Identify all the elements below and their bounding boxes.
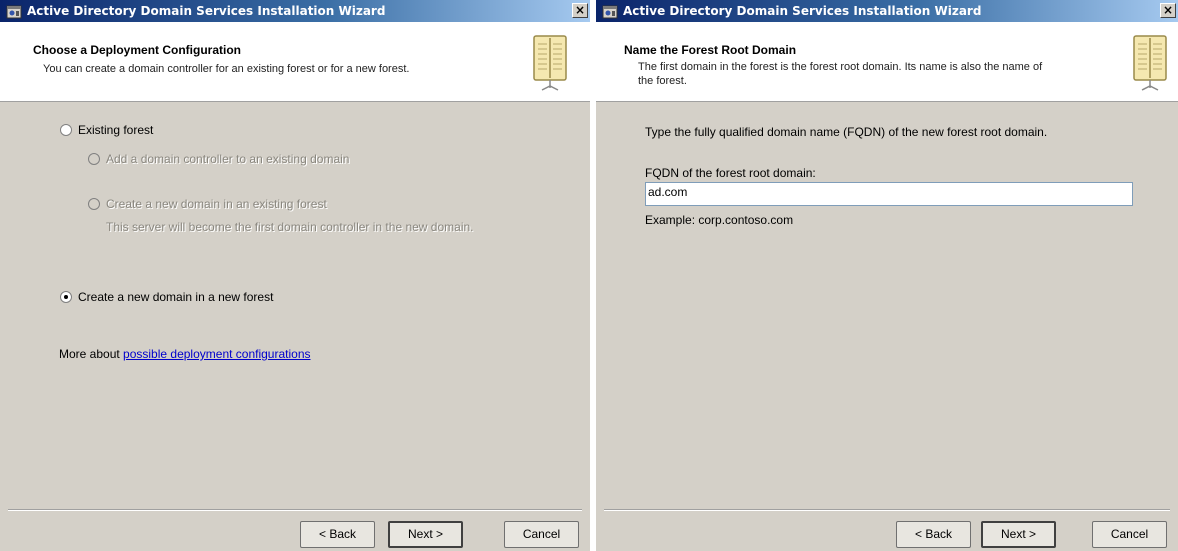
fqdn-input[interactable]: ad.com (645, 182, 1133, 206)
page-title: Choose a Deployment Configuration (33, 43, 242, 57)
new-domain-existing-forest-note: This server will become the first domain… (106, 220, 474, 234)
close-icon[interactable]: × (572, 3, 588, 18)
new-domain-existing-forest-label[interactable]: Create a new domain in an existing fores… (106, 197, 327, 211)
cancel-button[interactable]: Cancel (1092, 521, 1167, 548)
window-title: Active Directory Domain Services Install… (27, 4, 386, 18)
page-description-line1: The first domain in the forest is the fo… (638, 61, 1043, 73)
wizard-header: Choose a Deployment Configuration You ca… (0, 22, 590, 102)
app-icon (602, 5, 618, 19)
page-description: You can create a domain controller for a… (43, 63, 410, 75)
wizard-window-left: Active Directory Domain Services Install… (0, 0, 590, 551)
add-dc-existing-domain-radio[interactable] (88, 153, 100, 165)
app-icon (6, 5, 22, 19)
wizard-window-right: Active Directory Domain Services Install… (596, 0, 1178, 551)
page-title: Name the Forest Root Domain (624, 43, 797, 57)
instruction-text: Type the fully qualified domain name (FQ… (645, 125, 1048, 139)
fqdn-example: Example: corp.contoso.com (645, 213, 794, 227)
new-domain-new-forest-label[interactable]: Create a new domain in a new forest (78, 290, 273, 304)
book-icon (1133, 35, 1167, 91)
cancel-button[interactable]: Cancel (504, 521, 579, 548)
new-domain-new-forest-radio[interactable] (60, 291, 72, 303)
title-bar[interactable]: Active Directory Domain Services Install… (0, 0, 590, 22)
existing-forest-label[interactable]: Existing forest (78, 123, 153, 137)
button-separator (604, 509, 1170, 511)
window-title: Active Directory Domain Services Install… (623, 4, 982, 18)
add-dc-existing-domain-label[interactable]: Add a domain controller to an existing d… (106, 152, 349, 166)
close-icon[interactable]: × (1160, 3, 1176, 18)
back-button[interactable]: < Back (896, 521, 971, 548)
wizard-header: Name the Forest Root Domain The first do… (596, 22, 1178, 102)
next-button[interactable]: Next > (981, 521, 1056, 548)
more-about-prefix: More about (59, 347, 120, 361)
more-about-text: More about possible deployment configura… (59, 347, 311, 361)
page-description: The first domain in the forest is the fo… (638, 60, 1042, 88)
page-description-line2: the forest. (638, 75, 687, 87)
existing-forest-radio[interactable] (60, 124, 72, 136)
new-domain-existing-forest-radio[interactable] (88, 198, 100, 210)
back-button[interactable]: < Back (300, 521, 375, 548)
radio-selected-dot (64, 295, 68, 299)
next-button[interactable]: Next > (388, 521, 463, 548)
deployment-configurations-link[interactable]: possible deployment configurations (123, 347, 310, 361)
book-icon (533, 35, 567, 91)
fqdn-label: FQDN of the forest root domain: (645, 166, 816, 180)
button-separator (8, 509, 582, 511)
title-bar[interactable]: Active Directory Domain Services Install… (596, 0, 1178, 22)
